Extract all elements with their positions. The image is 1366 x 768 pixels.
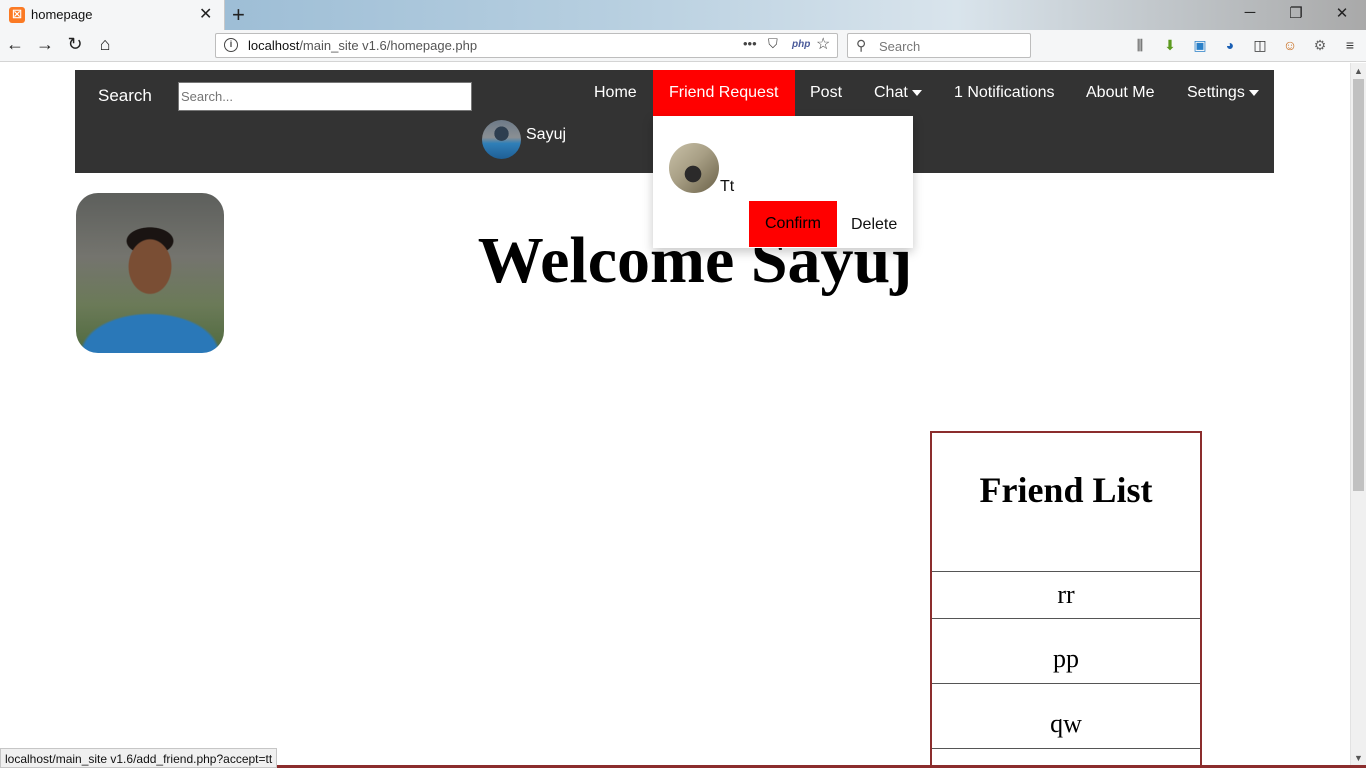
avatar	[482, 120, 521, 159]
nav-search-input[interactable]	[178, 82, 472, 111]
nav-post[interactable]: Post	[810, 84, 842, 102]
nav-home[interactable]: Home	[594, 84, 637, 102]
friend-list-item[interactable]: rr	[932, 571, 1200, 618]
extension-gear-icon[interactable]: ⚙	[1311, 36, 1329, 54]
reload-icon[interactable]: ↻	[64, 34, 86, 55]
nav-settings[interactable]: Settings	[1187, 84, 1259, 102]
nav-settings-label: Settings	[1187, 84, 1245, 101]
requester-name[interactable]: Tt	[720, 178, 734, 196]
scroll-down-icon[interactable]: ▼	[1353, 753, 1364, 763]
tab-title: homepage	[31, 7, 93, 22]
scroll-up-icon[interactable]: ▲	[1353, 66, 1364, 76]
pocket-icon[interactable]: ⛉	[768, 36, 778, 52]
chevron-down-icon	[911, 89, 922, 96]
page-scrollbar[interactable]: ▲ ▼	[1350, 63, 1366, 768]
nav-friend-request[interactable]: Friend Request	[653, 70, 795, 116]
browser-tab[interactable]: ☒ homepage ✕	[0, 0, 225, 30]
restore-icon[interactable]: ❐	[1286, 4, 1306, 22]
nav-chat[interactable]: Chat	[874, 84, 922, 102]
friend-request-dropdown: Tt Confirm Delete	[653, 116, 913, 248]
extension-globe-icon[interactable]: ◕	[1221, 36, 1239, 54]
friend-list-item[interactable]: pp	[932, 618, 1200, 683]
back-icon[interactable]: ←	[4, 34, 26, 55]
requester-avatar	[669, 143, 719, 193]
nav-notifications[interactable]: 1 Notifications	[954, 84, 1055, 102]
url-path: /main_site v1.6/homepage.php	[299, 38, 478, 53]
nav-chat-label: Chat	[874, 84, 908, 101]
address-bar[interactable]: i localhost/main_site v1.6/homepage.php …	[215, 33, 838, 58]
chevron-down-icon	[1248, 89, 1259, 96]
menu-icon[interactable]: ≡	[1341, 36, 1359, 54]
nav-search-label: Search	[98, 86, 152, 105]
close-tab-icon[interactable]: ✕	[199, 4, 212, 24]
url-host: localhost	[248, 38, 300, 53]
nav-friend-request-label: Friend Request	[669, 84, 779, 101]
browser-search-placeholder: Search	[879, 39, 921, 54]
library-icon[interactable]: ⫼	[1131, 36, 1149, 54]
confirm-button[interactable]: Confirm	[749, 201, 837, 247]
nav-user-name: Sayuj	[526, 126, 567, 143]
page-viewport: Search Home Friend Request Post Chat 1 N…	[0, 63, 1350, 768]
download-icon[interactable]: ⬇	[1161, 36, 1179, 54]
status-bar: localhost/main_site v1.6/add_friend.php?…	[0, 748, 278, 768]
forward-icon[interactable]: →	[34, 34, 56, 55]
screenshot-icon[interactable]: ▣	[1191, 36, 1209, 54]
php-icon[interactable]: php	[792, 39, 810, 50]
sidebar-icon[interactable]: ◫	[1251, 36, 1269, 54]
url-text[interactable]: localhost/main_site v1.6/homepage.php	[248, 38, 477, 53]
browser-search-field[interactable]: ⚲ Search	[847, 33, 1031, 58]
nav-about-me[interactable]: About Me	[1086, 84, 1154, 102]
minimize-icon[interactable]: ─	[1240, 4, 1260, 21]
friend-list-item[interactable]: qw	[932, 683, 1200, 748]
bookmark-star-icon[interactable]: ☆	[816, 34, 830, 54]
friend-list: Friend List rr pp qw	[930, 431, 1202, 768]
close-window-icon[interactable]: ✕	[1332, 4, 1352, 22]
scrollbar-thumb[interactable]	[1353, 79, 1364, 491]
friend-list-title: Friend List	[979, 470, 1153, 510]
home-icon[interactable]: ⌂	[94, 34, 116, 55]
page-actions-icon[interactable]: •••	[743, 36, 757, 51]
delete-button[interactable]: Delete	[851, 216, 897, 234]
search-icon: ⚲	[856, 37, 867, 53]
new-tab-icon[interactable]: +	[232, 2, 245, 28]
extension-face-icon[interactable]: ☺	[1281, 36, 1299, 54]
info-icon[interactable]: i	[224, 38, 238, 52]
xampp-favicon-icon: ☒	[9, 7, 25, 23]
